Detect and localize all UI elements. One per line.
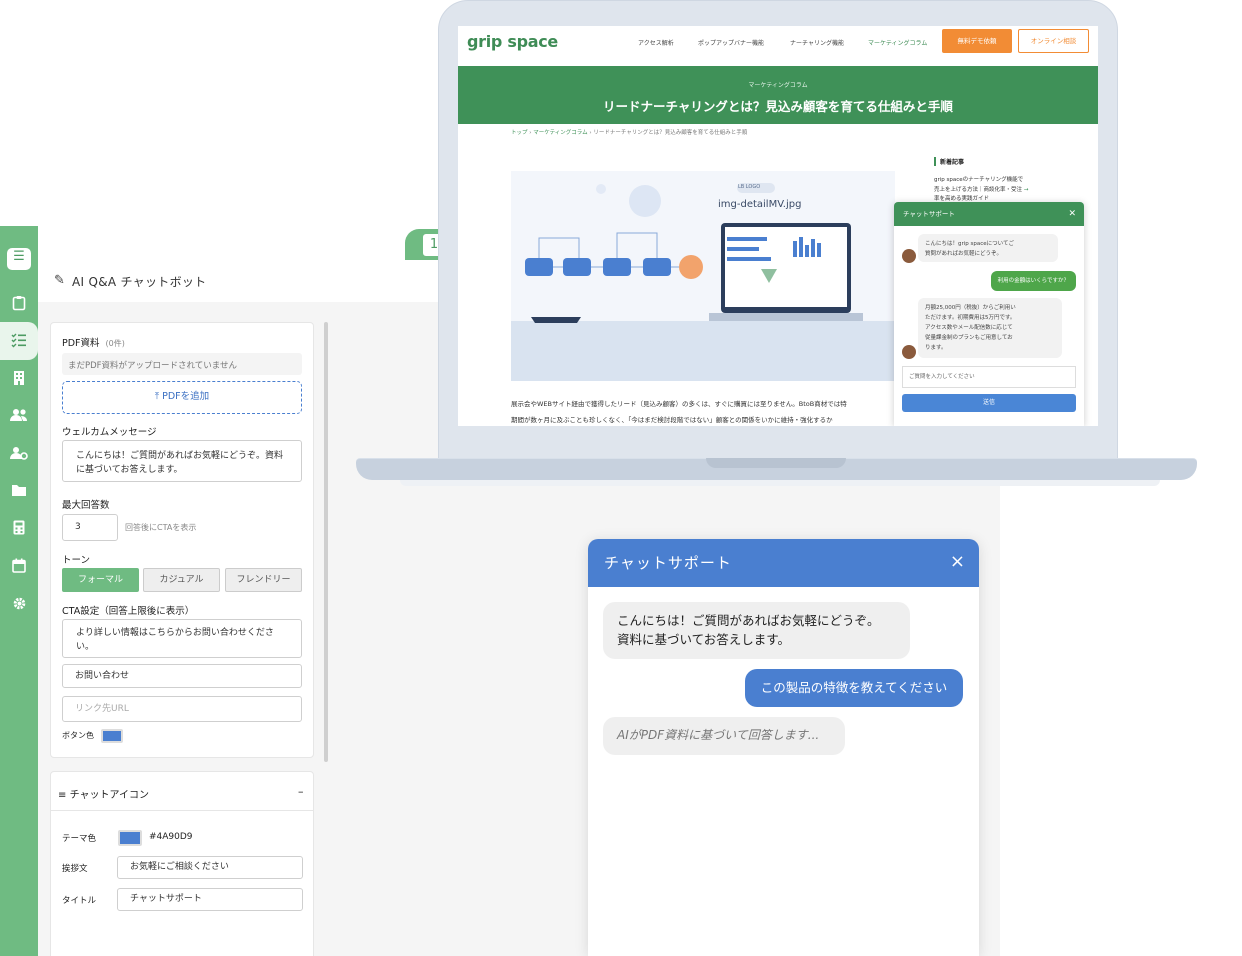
tone-casual-button[interactable]: カジュアル <box>143 568 220 592</box>
nav-nurturing[interactable]: ナーチャリング機能 <box>790 38 844 47</box>
breadcrumb: トップ › マーケティングコラム › リードナーチャリングとは？見込み顧客を育て… <box>511 130 748 136</box>
bot-avatar <box>902 249 916 263</box>
article-image: LB LOGO img-detailMV.jpg <box>511 171 895 381</box>
mini-bot-greeting: こんにちは！grip spaceについてご 質問があればお気軽にどうぞ。 <box>918 234 1058 262</box>
mini-send-button[interactable]: 送信 <box>902 394 1076 412</box>
cta-button-text-input[interactable]: お問い合わせ <box>62 664 302 688</box>
tone-label: トーン <box>62 555 91 566</box>
cta-label: CTA設定（回答上限後に表示） <box>62 606 195 617</box>
nav-access[interactable]: アクセス解析 <box>638 38 674 47</box>
sidebar-line-1: grip spaceのナーチャリング機能で <box>934 177 1024 183</box>
nav-column[interactable]: マーケティングコラム <box>868 38 927 47</box>
sidebar-rail: ☰ <box>0 226 38 956</box>
cta-link-url-input[interactable]: リンク先URL <box>62 696 302 722</box>
collapse-icon[interactable]: – <box>298 785 304 798</box>
laptop-notch <box>706 458 846 468</box>
breadcrumb-column[interactable]: マーケティングコラム <box>533 130 587 136</box>
max-answers-input[interactable]: 3 <box>62 514 118 541</box>
theme-color-swatch[interactable] <box>118 830 142 846</box>
calculator-icon[interactable] <box>10 520 28 538</box>
bot-avatar <box>902 345 916 359</box>
hero-category: マーケティングコラム <box>748 82 808 89</box>
chat-title: チャットサポート <box>604 554 732 572</box>
bot-message: こんにちは！ご質問があればお気軽にどうぞ。 資料に基づいてお答えします。 <box>603 602 910 659</box>
title-label: タイトル <box>62 896 97 906</box>
pdf-count: (0件) <box>105 339 125 348</box>
greeting-input[interactable]: お気軽にご相談ください <box>117 856 303 879</box>
editor-title-bar: ✎ AI Q&A チャットボット <box>38 260 438 302</box>
cta-message-field[interactable]: より詳しい情報はこちらからお問い合わせください。 <box>62 619 302 658</box>
mini-chat-header: チャットサポート ✕ <box>894 202 1084 226</box>
mini-chat-close-icon[interactable]: ✕ <box>1068 202 1076 226</box>
page-title: AI Q&A チャットボット <box>72 275 207 289</box>
max-answers-hint: 回答後にCTAを表示 <box>125 523 197 532</box>
mini-chat-input[interactable]: ご質問を入力してください <box>902 366 1076 388</box>
sidebar-heading: 新着記事 <box>934 157 964 166</box>
article-line-2: 期間が数ヶ月に及ぶことも珍しくなく、「今はまだ検討段階ではない」顧客との関係をい… <box>511 416 833 424</box>
chat-widget: チャットサポート × こんにちは！ご質問があればお気軽にどうぞ。 資料に基づいて… <box>588 539 979 956</box>
divider <box>51 810 313 811</box>
sidebar-article-link[interactable]: grip spaceのナーチャリング機能で 売上を上げる方法｜商談化率・受注 →… <box>934 176 1028 205</box>
welcome-line-2: に基づいてお答えします。 <box>76 465 183 475</box>
menu-icon[interactable]: ☰ <box>7 248 31 270</box>
add-pdf-button[interactable]: ⤒ PDFを追加 <box>62 381 302 414</box>
users-icon[interactable] <box>10 408 28 426</box>
welcome-line-1: こんにちは！ご質問があればお気軽にどうぞ。資料 <box>76 451 284 461</box>
image-filename: img-detailMV.jpg <box>718 199 802 210</box>
mini-chat-title: チャットサポート <box>903 210 955 218</box>
button-color-label: ボタン色 <box>62 731 94 740</box>
article-line-1: 展示会やWEBサイト経由で獲得したリード（見込み顧客）の多くは、すぐに購買には至… <box>511 400 847 408</box>
tone-selector: フォーマル カジュアル フレンドリー <box>62 568 302 592</box>
laptop-screen: grip space アクセス解析 ポップアップバナー機能 ナーチャリング機能 … <box>458 26 1098 426</box>
tone-formal-button[interactable]: フォーマル <box>62 568 139 592</box>
settings-card: PDF資料 (0件) まだPDF資料がアップロードされていません ⤒ PDFを追加… <box>50 322 314 758</box>
online-consult-button[interactable]: オンライン相談 <box>1018 29 1089 53</box>
mini-bot-answer: 月額25,000円（税抜）からご利用い ただけます。初期費用は5万円です。 アクセス… <box>918 298 1062 358</box>
hero-banner: マーケティングコラム リードナーチャリングとは？見込み顧客を育てる仕組みと手順 <box>458 66 1098 124</box>
site-logo[interactable]: grip space <box>467 32 558 51</box>
tone-friendly-button[interactable]: フレンドリー <box>225 568 302 592</box>
gear-icon[interactable] <box>10 596 28 614</box>
max-answers-label: 最大回答数 <box>62 500 110 511</box>
bot-message-line-1: こんにちは！ご質問があればお気軽にどうぞ。 <box>617 613 880 628</box>
laptop-shadow <box>400 480 1160 486</box>
demo-request-button[interactable]: 無料デモ依頼 <box>942 29 1012 53</box>
greeting-label: 挨拶文 <box>62 864 88 874</box>
checklist-icon[interactable] <box>10 332 28 350</box>
pen-icon: ✎ <box>54 273 65 288</box>
bot-message-line-2: 資料に基づいてお答えします。 <box>617 632 791 647</box>
scrollbar[interactable] <box>324 322 328 762</box>
chat-icon-card: ≡ チャットアイコン – テーマ色 #4A90D9 挨拶文 お気軽にご相談くださ… <box>50 771 314 956</box>
pdf-label: PDF資料 (0件) <box>62 338 125 349</box>
chat-header: チャットサポート × <box>588 539 979 587</box>
theme-color-value: #4A90D9 <box>149 832 193 842</box>
user-settings-icon[interactable] <box>10 446 28 464</box>
pdf-empty-note: まだPDF資料がアップロードされていません <box>62 353 302 375</box>
welcome-label: ウェルカムメッセージ <box>62 427 157 438</box>
mini-chat-widget: チャットサポート ✕ こんにちは！grip spaceについてご 質問があればお気… <box>894 202 1084 426</box>
typing-indicator: AIがPDF資料に基づいて回答します... <box>603 717 845 755</box>
breadcrumb-current: リードナーチャリングとは？見込み顧客を育てる仕組みと手順 <box>593 130 748 136</box>
sliders-icon: ≡ <box>58 790 70 801</box>
image-tag: LB LOGO <box>738 184 761 190</box>
welcome-message-field[interactable]: こんにちは！ご質問があればお気軽にどうぞ。資料 に基づいてお答えします。 <box>62 440 302 482</box>
theme-color-label: テーマ色 <box>62 834 97 844</box>
mini-user-question: 利用の金額はいくらですか？ <box>990 271 1076 291</box>
chat-icon-section-title[interactable]: ≡ チャットアイコン <box>58 786 149 801</box>
title-input[interactable]: チャットサポート <box>117 888 303 911</box>
clipboard-icon[interactable] <box>10 295 28 313</box>
sidebar-line-2: 売上を上げる方法｜商談化率・受注 → <box>934 186 1029 193</box>
site-header: grip space アクセス解析 ポップアップバナー機能 ナーチャリング機能 … <box>458 26 1098 66</box>
nav-popup[interactable]: ポップアップバナー機能 <box>698 38 764 47</box>
calendar-icon[interactable] <box>10 558 28 576</box>
button-color-swatch[interactable] <box>101 729 123 743</box>
breadcrumb-top[interactable]: トップ <box>511 130 528 136</box>
hero-title: リードナーチャリングとは？見込み顧客を育てる仕組みと手順 <box>603 99 953 114</box>
close-icon[interactable]: × <box>950 551 965 572</box>
building-icon[interactable] <box>10 370 28 388</box>
folder-icon[interactable] <box>10 483 28 501</box>
user-message: この製品の特徴を教えてください <box>745 669 963 707</box>
